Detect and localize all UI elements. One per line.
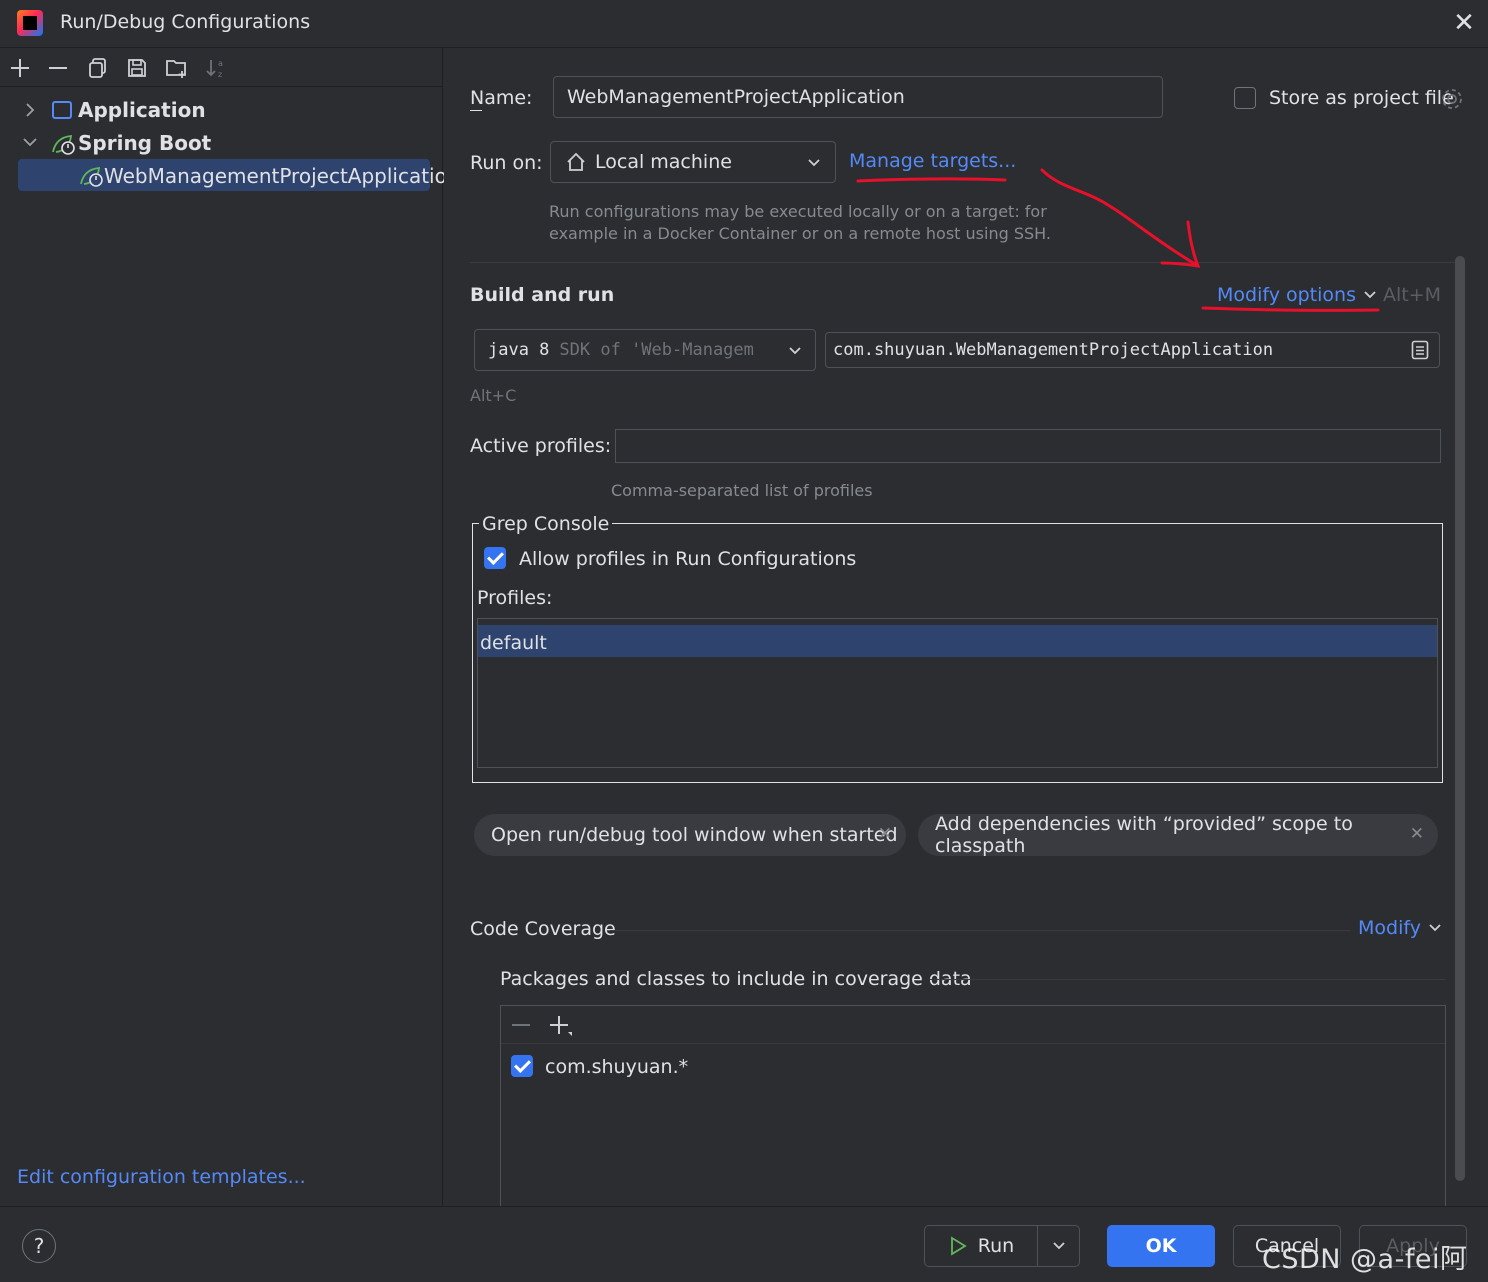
name-label: Name: [470,87,533,109]
chip-label: Open run/debug tool window when started [491,824,898,846]
chevron-down-icon [1364,291,1376,299]
alt-c-shortcut: Alt+C [470,386,517,405]
sort-icon[interactable]: az [205,57,227,79]
annotation-underline-modify-options [1201,306,1380,312]
dialog-button-bar: ? Run OK Cancel Apply CSDN @a-fei阿废 [0,1206,1488,1282]
sdk-detail-label: SDK of 'Web-Managem [559,340,754,360]
chevron-down-icon[interactable] [22,136,38,148]
home-icon [567,152,585,171]
application-icon [52,101,72,119]
allow-profiles-checkbox[interactable] [484,547,506,569]
coverage-entry-checkbox[interactable] [511,1055,533,1077]
run-on-value: Local machine [595,151,732,173]
run-on-label: Run on: [470,152,543,174]
coverage-modify-link[interactable]: Modify [1358,917,1442,939]
chip-open-run-debug-window[interactable]: Open run/debug tool window when started … [474,814,906,856]
ok-button[interactable]: OK [1107,1225,1215,1267]
chevron-down-icon [1429,924,1441,932]
intellij-logo-icon [17,10,43,36]
close-icon[interactable]: ✕ [1450,8,1478,38]
coverage-entry-label[interactable]: com.shuyuan.* [545,1056,688,1078]
run-on-hint-line-1: Run configurations may be executed local… [549,202,1047,221]
build-and-run-heading: Build and run [470,284,615,306]
copy-icon[interactable] [87,57,109,79]
coverage-toolbar-divider [501,1043,1445,1044]
remove-icon[interactable] [510,1014,532,1036]
section-divider [470,262,1460,263]
vertical-scrollbar[interactable] [1455,256,1465,1181]
manage-targets-link[interactable]: Manage targets... [849,150,1016,172]
window-title: Run/Debug Configurations [60,11,311,33]
chevron-right-icon[interactable] [24,102,36,118]
tree-item-spring-boot[interactable]: Spring Boot [78,131,211,155]
run-button[interactable]: Run [924,1225,1038,1267]
close-icon[interactable]: ✕ [1410,824,1424,844]
sdk-dropdown[interactable]: java 8 SDK of 'Web-Managem [474,329,816,371]
toolbar-divider [0,86,443,87]
coverage-divider [610,930,1350,931]
save-icon[interactable] [126,57,148,79]
config-tree-panel: az Application Spring Boot WebManagement… [0,48,460,1206]
annotation-underline-manage-targets [856,177,1007,183]
active-profiles-label: Active profiles: [470,435,612,457]
allow-profiles-label[interactable]: Allow profiles in Run Configurations [519,548,856,570]
profile-item-default[interactable]: default [480,632,547,654]
gear-icon[interactable] [1440,87,1464,111]
profiles-label: Profiles: [477,587,553,609]
tree-item-application[interactable]: Application [78,98,206,122]
edit-templates-link[interactable]: Edit configuration templates... [17,1166,306,1188]
browse-icon[interactable] [1411,340,1429,360]
help-button[interactable]: ? [22,1229,56,1263]
grep-console-title: Grep Console [479,513,613,535]
chip-add-provided-dependencies[interactable]: Add dependencies with “provided” scope t… [918,813,1438,857]
title-bar: Run/Debug Configurations ✕ [0,0,1488,48]
profiles-list-selection [478,625,1437,657]
chevron-down-icon [808,159,820,167]
store-as-project-checkbox[interactable] [1234,87,1256,109]
run-on-hint-line-2: example in a Docker Container or on a re… [549,224,1051,243]
run-on-dropdown[interactable]: Local machine [550,141,836,183]
modify-options-shortcut: Alt+M [1383,284,1442,306]
spring-boot-icon [52,134,75,155]
main-class-value: com.shuyuan.WebManagementProjectApplicat… [833,340,1274,360]
code-coverage-heading: Code Coverage [470,918,616,940]
svg-text:a: a [218,59,223,68]
add-icon[interactable] [9,57,31,79]
packages-divider [930,979,1445,980]
chevron-down-icon [789,347,801,355]
coverage-modify-label: Modify [1358,917,1421,939]
sdk-java-label: java 8 [488,340,550,360]
annotation-arrow [1040,168,1201,268]
close-icon[interactable]: ✕ [878,824,892,844]
spring-boot-config-icon [80,166,103,187]
remove-icon[interactable] [47,57,69,79]
active-profiles-field[interactable] [615,429,1441,463]
csdn-watermark: CSDN @a-fei阿废 [1262,1244,1468,1275]
chevron-down-icon [1052,1242,1065,1250]
coverage-list [500,1005,1446,1215]
name-mnemonic-underline [470,110,482,111]
config-form-panel: Name: WebManagementProjectApplication St… [444,48,1488,1215]
chip-label: Add dependencies with “provided” scope t… [935,813,1353,857]
name-field[interactable]: WebManagementProjectApplication [553,76,1163,118]
add-icon[interactable] [548,1014,574,1038]
main-class-field[interactable]: com.shuyuan.WebManagementProjectApplicat… [825,332,1440,368]
play-icon [950,1236,967,1256]
active-profiles-hint: Comma-separated list of profiles [611,481,873,500]
run-button-label: Run [977,1235,1015,1257]
store-as-project-label[interactable]: Store as project file [1269,87,1454,109]
tree-item-web-management[interactable]: WebManagementProjectApplication [104,164,460,188]
folder-add-icon[interactable] [165,57,189,79]
coverage-packages-label: Packages and classes to include in cover… [500,968,972,990]
run-dropdown-button[interactable] [1037,1225,1080,1267]
svg-text:z: z [218,70,222,79]
